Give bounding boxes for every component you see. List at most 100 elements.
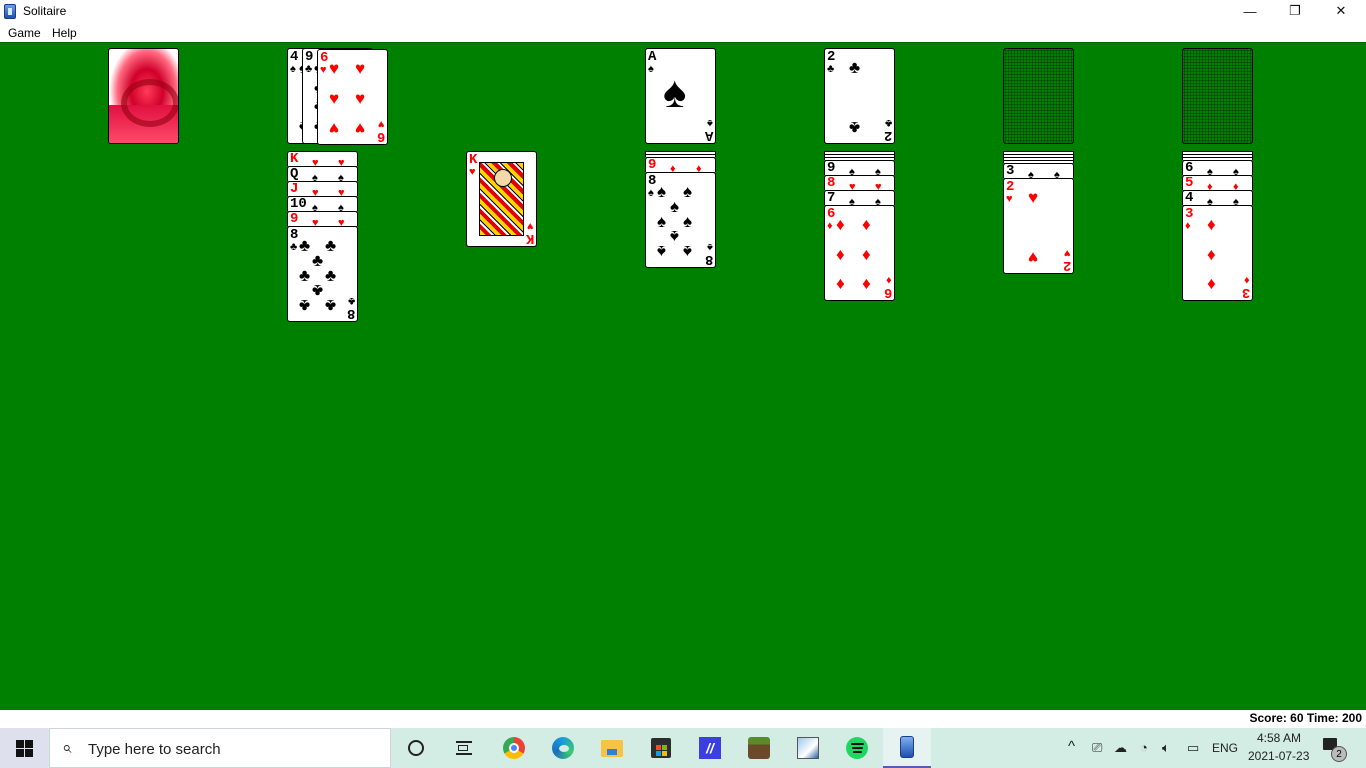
foundation-4-empty[interactable] xyxy=(1182,48,1253,144)
suit-pip-icon: ♦ xyxy=(862,215,871,234)
suit-pip-icon: ♥ xyxy=(338,187,345,197)
suit-pip-icon: ♦ xyxy=(836,215,845,234)
card-rank-bottom: 8 xyxy=(346,305,355,321)
card-rank: 7 xyxy=(827,190,836,205)
tableau-5-top-card[interactable]: 2 ♥ 2 ♥ ♥ ♥ xyxy=(1003,178,1074,274)
card-rank: 9 xyxy=(290,211,299,226)
card-suit-icon: ♠ xyxy=(290,63,296,75)
suit-pip-icon: ♦ xyxy=(670,163,676,173)
paint-app-taskbar-button[interactable] xyxy=(784,728,832,768)
suit-pip-icon: ♠ xyxy=(875,166,881,176)
minimize-button[interactable]: — xyxy=(1227,0,1273,22)
menu-bar: Game Help xyxy=(0,22,1366,42)
foundation-1[interactable]: A ♠ A ♠ ♠ xyxy=(645,48,716,144)
tray-overflow-chevron[interactable]: ^ xyxy=(1068,738,1075,755)
task-view-icon xyxy=(456,741,472,755)
tableau-6-card[interactable]: 6 ♠ ♠ xyxy=(1182,160,1253,175)
spotify-taskbar-button[interactable] xyxy=(833,728,881,768)
card-suit-icon-bottom: ♥ xyxy=(1064,247,1071,259)
suit-pip-icon: ♦ xyxy=(696,163,702,173)
close-button[interactable]: ✕ xyxy=(1318,0,1364,22)
suit-pip-icon: ♠ xyxy=(670,197,680,216)
tableau-3-top-card[interactable]: 8 ♠ 8 ♠ ♠ ♠ ♠ ♠ ♠ ♠ ♠ ♠ xyxy=(645,172,716,268)
suit-pip-icon: ♠ xyxy=(1233,166,1239,176)
ace-pip-icon: ♠ xyxy=(663,68,687,117)
card-rank-bottom: 2 xyxy=(1062,257,1071,273)
file-explorer-taskbar-button[interactable] xyxy=(588,728,636,768)
app-mm-taskbar-button[interactable]: // xyxy=(686,728,734,768)
suit-pip-icon: ♦ xyxy=(1207,245,1216,264)
tableau-1-top-card[interactable]: 8 ♣ 8 ♣ ♣ ♣ ♣ ♣ ♣ ♣ ♣ ♣ xyxy=(287,226,358,322)
suit-pip-icon: ♣ xyxy=(325,266,337,285)
menu-help[interactable]: Help xyxy=(52,26,77,40)
tableau-1-card[interactable]: 9 ♥ ♥ xyxy=(287,211,358,226)
card-suit-icon: ♥ xyxy=(469,166,476,178)
tableau-1-card[interactable]: Q ♠ ♠ xyxy=(287,166,358,181)
restore-button[interactable]: ❐ xyxy=(1272,0,1318,22)
tableau-4-card[interactable]: 7 ♠ ♠ xyxy=(824,190,895,205)
stock-pile[interactable] xyxy=(108,48,179,144)
suit-pip-icon: ♠ xyxy=(670,227,680,246)
suit-pip-icon: ♥ xyxy=(329,89,340,108)
cortana-button[interactable] xyxy=(392,728,440,768)
suit-pip-icon: ♥ xyxy=(338,217,345,227)
suit-pip-icon: ♣ xyxy=(299,296,311,315)
solitaire-app-icon xyxy=(4,4,16,19)
card-rank: 3 xyxy=(1006,163,1015,178)
spotify-icon xyxy=(846,737,868,759)
suit-pip-icon: ♦ xyxy=(862,245,871,264)
start-button[interactable] xyxy=(0,728,48,768)
card-rank-bottom: 2 xyxy=(883,127,892,143)
tableau-6-top-card[interactable]: 3 ♦ 3 ♦ ♦ ♦ ♦ xyxy=(1182,205,1253,301)
battery-icon[interactable]: ▭ xyxy=(1187,740,1199,756)
chrome-taskbar-button[interactable] xyxy=(490,728,538,768)
card-rank: 5 xyxy=(1185,175,1194,190)
tableau-6-card[interactable]: 5 ♦ ♦ xyxy=(1182,175,1253,190)
foundation-3-empty[interactable] xyxy=(1003,48,1074,144)
tableau-4-top-card[interactable]: 6 ♦ 6 ♦ ♦ ♦ ♦ ♦ ♦ ♦ xyxy=(824,205,895,301)
card-rank-bottom: K xyxy=(525,230,534,246)
card-rank-bottom: 3 xyxy=(1241,284,1250,300)
suit-pip-icon: ♣ xyxy=(312,251,324,270)
foundation-2[interactable]: 2 ♣ 2 ♣ ♣ ♣ xyxy=(824,48,895,144)
title-bar: Solitaire — ❐ ✕ xyxy=(0,0,1366,22)
tableau-4-card[interactable]: 9 ♠ ♠ xyxy=(824,160,895,175)
card-suit-icon: ♣ xyxy=(305,63,313,75)
suit-pip-icon: ♠ xyxy=(683,212,693,231)
paint-app-icon xyxy=(797,737,819,759)
tableau-3-card[interactable]: 9 ♦ ♦ xyxy=(645,157,716,172)
tableau-1-card[interactable]: J ♥ ♥ xyxy=(287,181,358,196)
meet-now-icon[interactable]: ⎚ xyxy=(1092,740,1102,756)
suit-pip-icon: ♣ xyxy=(299,266,311,285)
status-bar: Score: 60 Time: 200 xyxy=(0,710,1366,727)
volume-icon[interactable]: 🔈︎ xyxy=(1162,740,1170,756)
menu-game[interactable]: Game xyxy=(8,26,41,40)
minecraft-taskbar-button[interactable] xyxy=(735,728,783,768)
language-indicator[interactable]: ENG xyxy=(1212,741,1238,755)
waste-card[interactable]: 6 ♥ 6 ♥ ♥ ♥ ♥ ♥ ♥ ♥ xyxy=(317,49,388,145)
tableau-6-card[interactable]: 4 ♠ ♠ xyxy=(1182,190,1253,205)
face-card-art xyxy=(479,162,524,236)
onedrive-icon[interactable]: ☁ xyxy=(1114,740,1127,756)
tableau-4-card[interactable]: 8 ♥ ♥ xyxy=(824,175,895,190)
suit-pip-icon: ♠ xyxy=(338,202,344,212)
tableau-1-card[interactable]: 10 ♠ ♠ xyxy=(287,196,358,211)
suit-pip-icon: ♠ xyxy=(312,172,318,182)
card-suit-icon-bottom: ♦ xyxy=(886,274,892,286)
windows-logo-icon xyxy=(15,739,33,757)
clock-time[interactable]: 4:58 AM xyxy=(1252,731,1306,745)
edge-taskbar-button[interactable] xyxy=(539,728,587,768)
suit-pip-icon: ♠ xyxy=(1233,196,1239,206)
taskbar-search[interactable]: ⌕ Type here to search xyxy=(49,728,391,768)
store-taskbar-button[interactable] xyxy=(637,728,685,768)
wifi-icon[interactable]: ◔ xyxy=(1140,740,1148,755)
tableau-5-card[interactable]: 3 ♠ ♠ xyxy=(1003,163,1074,178)
clock-date[interactable]: 2021-07-23 xyxy=(1248,749,1309,763)
tableau-1-card[interactable]: K ♥ ♥ xyxy=(287,151,358,166)
card-suit-icon: ♣ xyxy=(827,63,835,75)
task-view-button[interactable] xyxy=(440,728,488,768)
tableau-2-top-card[interactable]: K ♥ K ♥ xyxy=(466,151,537,247)
card-suit-icon: ♥ xyxy=(320,64,327,76)
card-rank: 9 xyxy=(827,160,836,175)
solitaire-taskbar-button[interactable] xyxy=(883,728,931,768)
